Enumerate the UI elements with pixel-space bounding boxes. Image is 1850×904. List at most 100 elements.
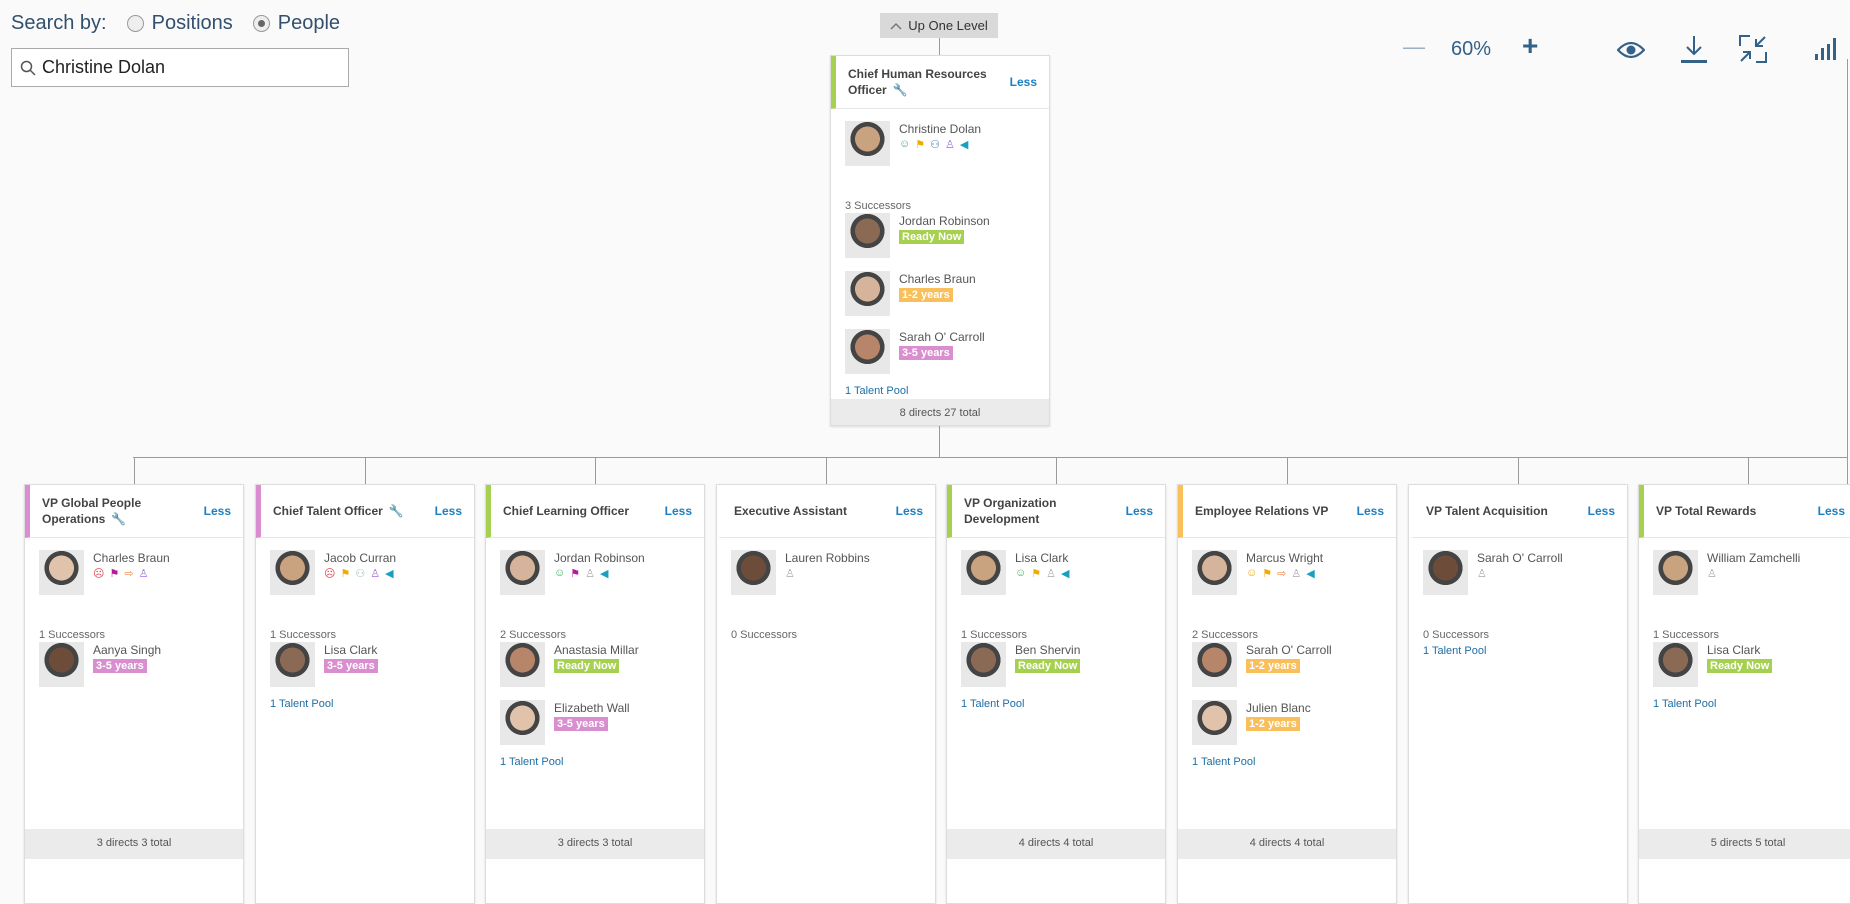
flag-icon[interactable]: ⚑ bbox=[915, 138, 925, 151]
avatar bbox=[1653, 642, 1698, 687]
successor-name[interactable]: Sarah O' Carroll bbox=[1246, 643, 1332, 657]
less-link[interactable]: Less bbox=[896, 504, 923, 518]
position-card[interactable]: VP Organization Development Less Lisa Clar… bbox=[946, 484, 1166, 904]
position-card[interactable]: Employee Relations VP Less Marcus Wright ☺ ⚑… bbox=[1177, 484, 1397, 904]
successor-name[interactable]: Elizabeth Wall bbox=[554, 701, 630, 715]
avatar bbox=[1192, 642, 1237, 687]
position-card[interactable]: VP Global People Operations 🔧 Less Charles … bbox=[24, 484, 244, 904]
incumbent-name[interactable]: William Zamchelli bbox=[1707, 551, 1800, 565]
person-plus-icon[interactable]: ♙ bbox=[785, 567, 795, 580]
flag-icon[interactable]: ⚑ bbox=[1031, 567, 1041, 580]
person-plus-icon[interactable]: ♙ bbox=[585, 567, 595, 580]
network-icon[interactable]: ⚇ bbox=[355, 567, 365, 580]
flag-icon[interactable]: ⚑ bbox=[1262, 567, 1272, 580]
less-link[interactable]: Less bbox=[435, 504, 462, 518]
directs-footer[interactable]: 4 directs 4 total bbox=[1178, 829, 1396, 859]
megaphone-icon[interactable]: ◀ bbox=[960, 138, 968, 151]
incumbent-name[interactable]: Jordan Robinson bbox=[554, 551, 645, 565]
person-plus-icon[interactable]: ♙ bbox=[1291, 567, 1301, 580]
smiley-icon[interactable]: ☺ bbox=[554, 567, 565, 580]
talent-pool-link[interactable]: 1 Talent Pool bbox=[270, 698, 333, 710]
up-one-level-button[interactable]: Up One Level bbox=[880, 13, 998, 38]
directs-footer[interactable]: 5 directs 5 total bbox=[1639, 829, 1850, 859]
incumbent-name[interactable]: Charles Braun bbox=[93, 551, 170, 565]
directs-footer[interactable]: 3 directs 3 total bbox=[25, 829, 243, 859]
incumbent-name[interactable]: Lisa Clark bbox=[1015, 551, 1068, 565]
person-plus-icon[interactable]: ♙ bbox=[1477, 567, 1487, 580]
successor-name[interactable]: Lisa Clark bbox=[324, 643, 377, 657]
less-link[interactable]: Less bbox=[665, 504, 692, 518]
megaphone-icon[interactable]: ◀ bbox=[1061, 567, 1069, 580]
position-card[interactable]: Chief Learning Officer Less Jordan Robinso… bbox=[485, 484, 705, 904]
less-link[interactable]: Less bbox=[204, 504, 231, 518]
less-link[interactable]: Less bbox=[1126, 504, 1153, 518]
incumbent-name[interactable]: Lauren Robbins bbox=[785, 551, 870, 565]
incumbent-name[interactable]: Jacob Curran bbox=[324, 551, 396, 565]
network-icon[interactable]: ⚇ bbox=[930, 138, 940, 151]
eye-icon[interactable] bbox=[1617, 40, 1645, 60]
less-link[interactable]: Less bbox=[1010, 75, 1037, 89]
minus-icon[interactable]: — bbox=[1403, 34, 1425, 60]
talent-pool-link[interactable]: 1 Talent Pool bbox=[961, 698, 1024, 710]
frown-icon[interactable]: ☹ bbox=[93, 567, 104, 580]
talent-pool-link[interactable]: 1 Talent Pool bbox=[1423, 645, 1486, 657]
flag-icon[interactable]: ⚑ bbox=[109, 567, 119, 580]
person-plus-icon[interactable]: ♙ bbox=[1046, 567, 1056, 580]
position-card[interactable]: Executive Assistant Less Lauren Robbins ♙ 0 … bbox=[716, 484, 936, 904]
search-input[interactable] bbox=[42, 57, 332, 78]
person-plus-icon[interactable]: ♙ bbox=[370, 567, 380, 580]
less-link[interactable]: Less bbox=[1357, 504, 1384, 518]
talent-pool-link[interactable]: 1 Talent Pool bbox=[500, 756, 563, 768]
directs-footer[interactable]: 8 directs 27 total bbox=[831, 399, 1049, 425]
position-card[interactable]: VP Talent Acquisition Less Sarah O' Carrol… bbox=[1408, 484, 1628, 904]
successor-name[interactable]: Charles Braun bbox=[899, 272, 976, 286]
radio-people-label[interactable]: People bbox=[278, 12, 340, 35]
successor-name[interactable]: Aanya Singh bbox=[93, 643, 161, 657]
smiley-icon[interactable]: ☺ bbox=[1015, 567, 1026, 580]
flag-icon[interactable]: ⚑ bbox=[340, 567, 350, 580]
exit-arrow-icon[interactable]: ⇨ bbox=[1277, 567, 1286, 580]
megaphone-icon[interactable]: ◀ bbox=[1306, 567, 1314, 580]
person-plus-icon[interactable]: ♙ bbox=[1707, 567, 1717, 580]
plus-icon[interactable]: + bbox=[1522, 30, 1538, 62]
frown-icon[interactable]: ☹ bbox=[324, 567, 335, 580]
talent-pool-link[interactable]: 1 Talent Pool bbox=[1192, 756, 1255, 768]
neutral-face-icon[interactable]: ☺ bbox=[1246, 567, 1257, 580]
download-icon[interactable] bbox=[1680, 34, 1708, 66]
exit-arrow-icon[interactable]: ⇨ bbox=[124, 567, 133, 580]
successor-name[interactable]: Anastasia Millar bbox=[554, 643, 639, 657]
position-card[interactable]: VP Total Rewards Less William Zamchelli ♙ 1 … bbox=[1638, 484, 1850, 904]
smiley-icon[interactable]: ☺ bbox=[899, 138, 910, 151]
person-plus-icon[interactable]: ♙ bbox=[945, 138, 955, 151]
directs-footer[interactable]: 3 directs 3 total bbox=[486, 829, 704, 859]
search-box[interactable] bbox=[11, 48, 349, 87]
chart-icon[interactable] bbox=[1813, 36, 1839, 62]
incumbent-name[interactable]: Sarah O' Carroll bbox=[1477, 551, 1563, 565]
flag-icon[interactable]: ⚑ bbox=[570, 567, 580, 580]
successor-name[interactable]: Lisa Clark bbox=[1707, 643, 1760, 657]
incumbent-name[interactable]: Marcus Wright bbox=[1246, 551, 1323, 565]
status-icons: ♙ bbox=[785, 567, 795, 580]
collapse-icon[interactable] bbox=[1738, 34, 1768, 64]
megaphone-icon[interactable]: ◀ bbox=[385, 567, 393, 580]
successor-name[interactable]: Jordan Robinson bbox=[899, 214, 990, 228]
radio-people[interactable] bbox=[252, 15, 270, 32]
radio-positions[interactable] bbox=[126, 15, 144, 32]
radio-positions-label[interactable]: Positions bbox=[152, 12, 233, 35]
position-card[interactable]: Chief Human Resources Officer 🔧 Less Christ… bbox=[830, 55, 1050, 426]
megaphone-icon[interactable]: ◀ bbox=[600, 567, 608, 580]
position-title: Chief Learning Officer bbox=[503, 503, 665, 519]
successor-name[interactable]: Sarah O' Carroll bbox=[899, 330, 985, 344]
connector-line bbox=[939, 38, 940, 55]
status-icons: ☺ ⚑ ⚇ ♙ ◀ bbox=[899, 138, 968, 151]
position-card[interactable]: Chief Talent Officer 🔧 Less Jacob Curran ☹ ⚑ ⚇… bbox=[255, 484, 475, 904]
successor-name[interactable]: Ben Shervin bbox=[1015, 643, 1080, 657]
incumbent-name[interactable]: Christine Dolan bbox=[899, 122, 981, 136]
person-plus-icon[interactable]: ♙ bbox=[139, 567, 149, 580]
successor-name[interactable]: Julien Blanc bbox=[1246, 701, 1311, 715]
talent-pool-link[interactable]: 1 Talent Pool bbox=[845, 385, 908, 397]
less-link[interactable]: Less bbox=[1818, 504, 1845, 518]
less-link[interactable]: Less bbox=[1588, 504, 1615, 518]
directs-footer[interactable]: 4 directs 4 total bbox=[947, 829, 1165, 859]
talent-pool-link[interactable]: 1 Talent Pool bbox=[1653, 698, 1716, 710]
